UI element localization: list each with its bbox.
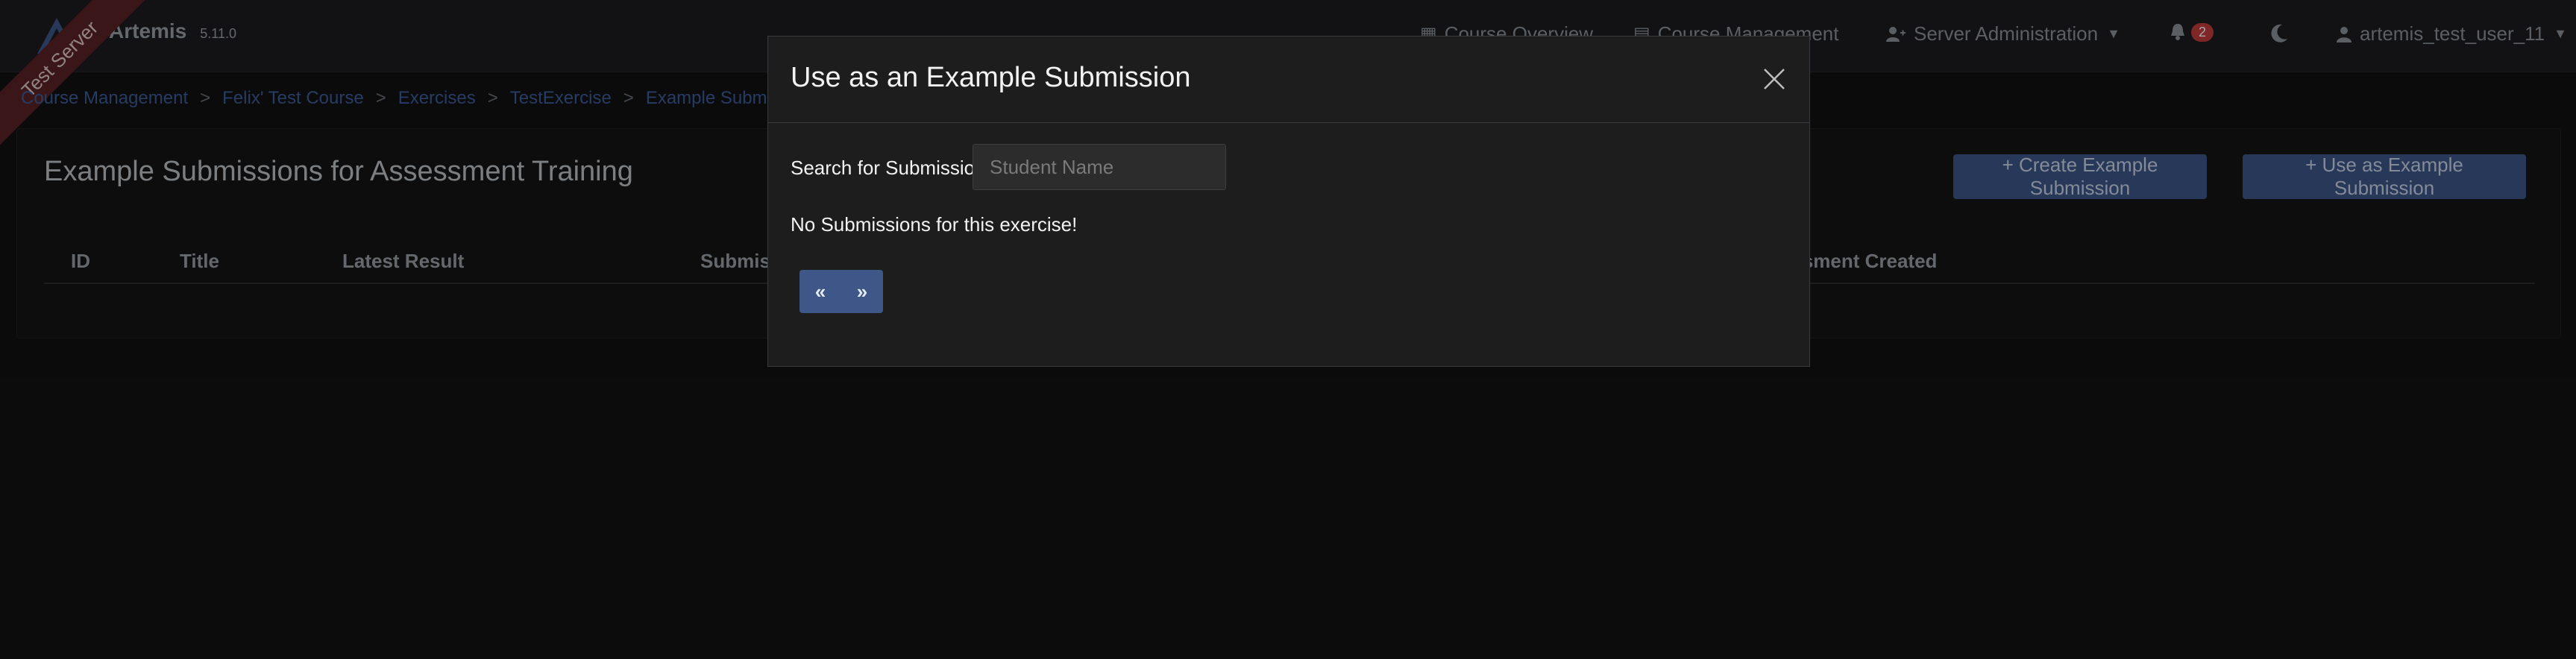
search-label: Search for Submission — [791, 157, 986, 179]
pagination-next-button[interactable]: » — [841, 270, 883, 313]
modal-divider — [768, 122, 1809, 123]
student-name-search-input[interactable] — [973, 144, 1226, 190]
close-icon[interactable] — [1762, 66, 1787, 92]
use-example-submission-modal: Use as an Example Submission Search for … — [767, 36, 1810, 367]
pagination: « » — [799, 270, 883, 313]
modal-title: Use as an Example Submission — [791, 62, 1191, 93]
pagination-prev-button[interactable]: « — [799, 270, 841, 313]
empty-message: No Submissions for this exercise! — [791, 213, 1078, 236]
